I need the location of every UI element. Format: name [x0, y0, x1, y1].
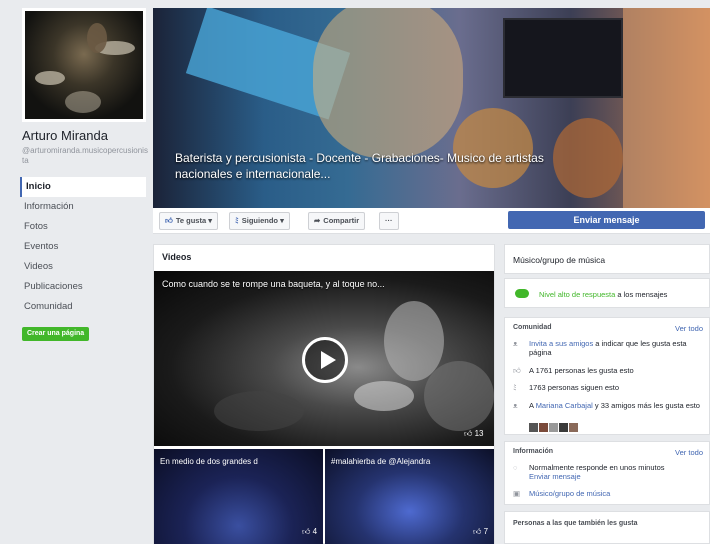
nav-item-videos[interactable]: Videos: [20, 257, 146, 277]
page-category[interactable]: Músico/grupo de música: [513, 255, 605, 265]
video-thumbnail-likes: 👍︎ 7: [473, 527, 489, 536]
friend-prefix: A: [529, 401, 536, 410]
community-see-all[interactable]: Ver todo: [675, 324, 703, 333]
video-thumbnail-likes: 👍︎ 4: [302, 527, 318, 536]
page-handle: @arturomiranda.musicopercusionista: [22, 146, 148, 165]
videos-card: Videos Como cuando se te rompe una baque…: [153, 244, 495, 544]
nav-item-comunidad[interactable]: Comunidad: [20, 297, 146, 317]
response-time-text: Normalmente responde en unos minutos: [529, 463, 665, 472]
follow-button[interactable]: ﾐ Siguiendo ▾: [229, 212, 290, 230]
response-rate-highlight: Nivel alto de respuesta: [539, 290, 616, 299]
likes-row: 👍︎ A 1761 personas les gusta esto: [513, 366, 707, 375]
thumbs-up-icon: 👍︎: [165, 216, 173, 225]
friend-avatars[interactable]: [529, 419, 579, 437]
people-also-like-title: Personas a las que también les gusta: [513, 520, 638, 527]
nav-item-informacion[interactable]: Información: [20, 197, 146, 217]
category-card: Músico/grupo de música: [504, 244, 710, 274]
people-icon: ᴥ: [513, 339, 518, 348]
page-name[interactable]: Arturo Miranda: [22, 128, 108, 143]
video-thumbnail-likes-count: 7: [483, 527, 489, 536]
share-arrow-icon: ➦: [314, 216, 321, 225]
more-button[interactable]: ···: [379, 212, 399, 230]
nav-item-inicio[interactable]: Inicio: [20, 177, 146, 197]
likes-count: A 1761 personas les gusta esto: [529, 366, 634, 375]
avatar[interactable]: [569, 423, 578, 432]
info-send-message-link[interactable]: Enviar mensaje: [529, 472, 581, 481]
category-icon: ▣: [513, 489, 521, 498]
video-thumbnail-title: #malahierba de @Alejandra: [331, 457, 431, 466]
response-card: Nivel alto de respuesta a los mensajes: [504, 278, 710, 308]
category-row: ▣ Músico/grupo de música: [513, 489, 707, 498]
send-message-button[interactable]: Enviar mensaje: [508, 211, 705, 229]
follows-count: 1763 personas siguen esto: [529, 383, 620, 392]
people-also-like-card: Personas a las que también les gusta: [504, 511, 710, 544]
rss-icon: ﾐ: [235, 216, 239, 225]
invite-friends-row: ᴥ Invita a sus amigos a indicar que les g…: [513, 339, 707, 357]
invite-friends-link[interactable]: Invita a sus amigos: [529, 339, 593, 348]
community-title: Comunidad: [513, 324, 552, 331]
rss-icon: ﾐ: [513, 383, 517, 392]
avatar[interactable]: [559, 423, 568, 432]
friend-name-link[interactable]: Mariana Carbajal: [536, 401, 593, 410]
response-rate: Nivel alto de respuesta a los mensajes: [539, 290, 667, 299]
info-card: Información Ver todo ◌ Normalmente respon…: [504, 441, 710, 505]
nav-item-fotos[interactable]: Fotos: [20, 217, 146, 237]
cover-photo[interactable]: Baterista y percusionista - Docente - Gr…: [153, 8, 710, 208]
response-rate-rest: a los mensajes: [615, 290, 668, 299]
videos-title[interactable]: Videos: [162, 252, 191, 262]
friends-like-text: y 33 amigos más les gusta esto: [592, 401, 700, 410]
friends-like-row: ᴥ A Mariana Carbajal y 33 amigos más les …: [513, 401, 707, 410]
nav-item-eventos[interactable]: Eventos: [20, 237, 146, 257]
main-video[interactable]: Como cuando se te rompe una baqueta, y a…: [154, 271, 494, 446]
video-thumbnail-title: En medio de dos grandes d: [160, 457, 258, 466]
video-thumbnail-likes-count: 4: [312, 527, 318, 536]
play-icon[interactable]: [302, 337, 348, 383]
follow-label: Siguiendo: [241, 216, 278, 225]
chat-bubble-icon: ◌: [513, 463, 518, 472]
community-card: Comunidad Ver todo ᴥ Invita a sus amigos …: [504, 317, 710, 435]
create-page-button[interactable]: Crear una página: [22, 327, 90, 341]
nav-item-publicaciones[interactable]: Publicaciones: [20, 277, 146, 297]
avatar[interactable]: [539, 423, 548, 432]
main-video-title: Como cuando se te rompe una baqueta, y a…: [162, 279, 385, 289]
share-label: Compartir: [323, 216, 360, 225]
page-nav: Inicio Información Fotos Eventos Videos …: [20, 177, 146, 317]
follows-row: ﾐ 1763 personas siguen esto: [513, 383, 707, 392]
like-button[interactable]: 👍︎ Te gusta ▾: [159, 212, 218, 230]
profile-picture[interactable]: [22, 8, 146, 122]
chat-bubble-icon: [515, 289, 529, 298]
like-label: Te gusta: [175, 216, 207, 225]
video-thumbnail[interactable]: #malahierba de @Alejandra 👍︎ 7: [325, 449, 494, 544]
response-time-row: ◌ Normalmente responde en unos minutos Env…: [513, 463, 707, 481]
video-thumbnail[interactable]: En medio de dos grandes d 👍︎ 4: [154, 449, 323, 544]
cover-description: Baterista y percusionista - Docente - Gr…: [175, 151, 544, 181]
category-link[interactable]: Músico/grupo de música: [529, 489, 703, 498]
page-action-bar: 👍︎ Te gusta ▾ ﾐ Siguiendo ▾ ➦ Compartir ···…: [153, 208, 710, 234]
info-see-all[interactable]: Ver todo: [675, 448, 703, 457]
thumbs-up-icon: 👍︎: [513, 366, 521, 375]
info-title: Información: [513, 448, 554, 455]
avatar[interactable]: [529, 423, 538, 432]
main-video-likes: 👍︎ 13: [464, 429, 484, 438]
avatar[interactable]: [549, 423, 558, 432]
main-video-likes-count: 13: [474, 429, 484, 438]
left-column: Arturo Miranda @arturomiranda.musicoperc…: [0, 0, 152, 544]
share-button[interactable]: ➦ Compartir: [308, 212, 366, 230]
people-icon: ᴥ: [513, 401, 518, 410]
